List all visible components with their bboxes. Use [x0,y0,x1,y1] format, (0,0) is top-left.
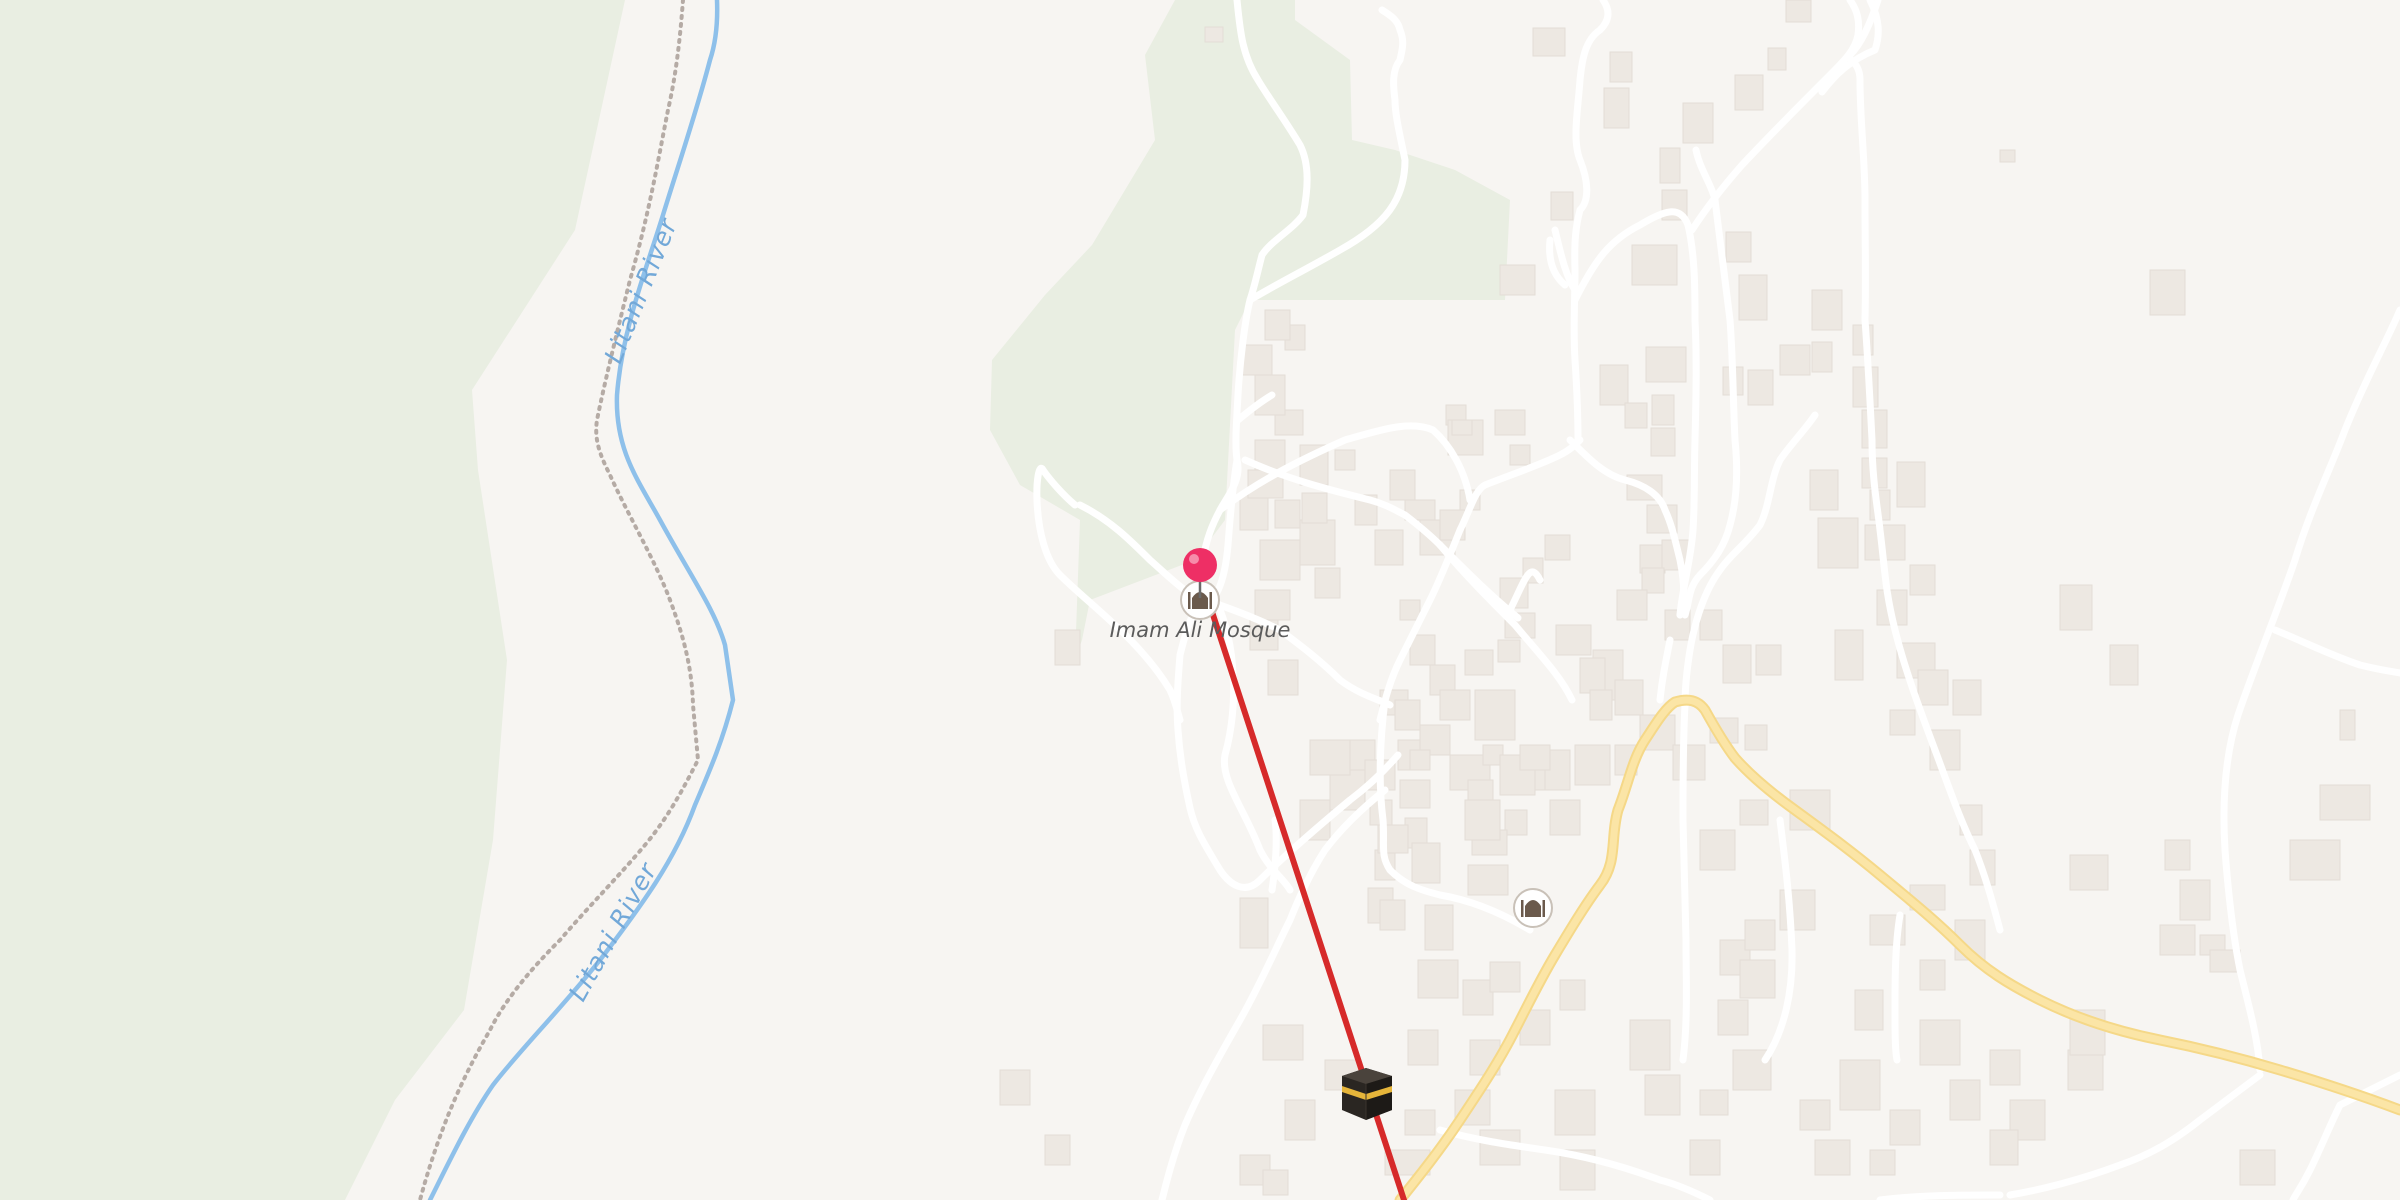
mosque-marker-2[interactable] [1513,888,1553,928]
kaaba-icon[interactable] [1342,1068,1392,1120]
map-canvas[interactable]: Litani River Litani River Imam Ali Mosqu… [0,0,2400,1200]
mosque-label[interactable]: Imam Ali Mosque [1110,618,1291,642]
